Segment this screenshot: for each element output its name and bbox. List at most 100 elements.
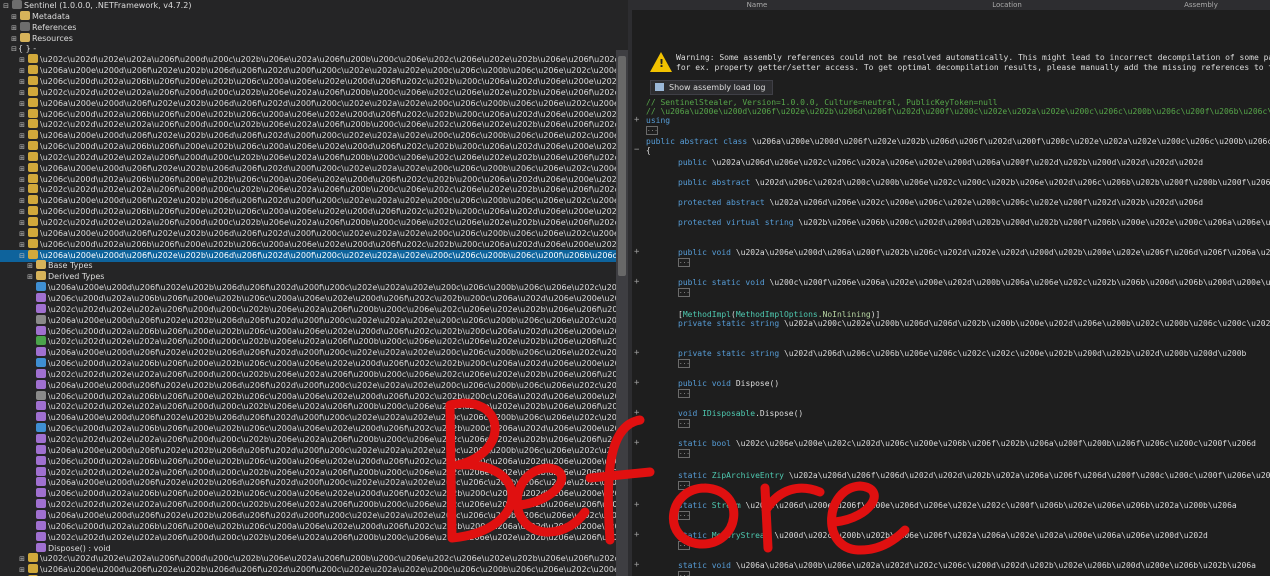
collapsed-block-icon[interactable]: ... — [678, 258, 690, 267]
tree-item-label: \u202c\u202d\u202e\u202a\u206f\u200d\u20… — [48, 337, 628, 347]
class-icon — [28, 130, 38, 140]
code-line[interactable]: public abstract \u202d\u206c\u202d\u200c… — [678, 178, 1270, 187]
expand-icon[interactable]: + — [634, 247, 639, 257]
tree-item-label: \u206a\u200e\u200d\u206f\u202e\u202b\u20… — [40, 565, 628, 575]
class-icon — [28, 206, 38, 216]
tree-scrollbar-thumb[interactable] — [618, 56, 626, 276]
collapsed-block[interactable]: ... — [678, 288, 690, 297]
method-icon — [36, 444, 46, 454]
collapsed-block[interactable]: ... — [646, 126, 658, 135]
class-icon — [28, 184, 38, 194]
tree-item-label: \u206a\u200e\u200d\u206f\u202e\u202b\u20… — [48, 315, 628, 325]
log-icon — [655, 83, 664, 91]
method-icon — [36, 466, 46, 476]
collapsed-block[interactable]: ... — [678, 258, 690, 267]
collapsed-block-icon[interactable]: ... — [646, 126, 658, 135]
code-line[interactable]: public abstract class \u206a\u200e\u200d… — [646, 137, 1270, 146]
collapsed-block[interactable]: ... — [678, 541, 690, 550]
code-line[interactable]: protected virtual string \u202b\u206e\u2… — [678, 218, 1270, 227]
code-line[interactable]: // \u206a\u200e\u200d\u206f\u202e\u202b\… — [646, 107, 1270, 116]
code-token: // SentinelStealer, Version=1.0.0.0, Cul… — [646, 98, 998, 107]
collapsed-block[interactable]: ... — [678, 389, 690, 398]
tree-item-label: \u202c\u202d\u202e\u202a\u206f\u200d\u20… — [48, 435, 628, 444]
expand-icon[interactable]: + — [634, 277, 639, 287]
expand-icon[interactable]: + — [634, 470, 639, 480]
collapsed-block-icon[interactable]: ... — [678, 419, 690, 428]
code-token: \u202c\u206e\u200e\u202c\u202d\u206c\u20… — [735, 439, 1256, 448]
warning-exclamation: ! — [659, 57, 665, 70]
expand-icon[interactable]: + — [634, 408, 639, 418]
collapsed-block[interactable]: ... — [678, 449, 690, 458]
code-line[interactable]: public void \u202a\u206e\u200d\u206a\u20… — [678, 248, 1270, 257]
class-icon — [28, 65, 38, 75]
code-token: public abstract class — [646, 137, 748, 146]
tree-item-label: Derived Types — [48, 272, 105, 282]
collapsed-block[interactable]: ... — [678, 419, 690, 428]
tree-item-label: \u202c\u202d\u202e\u202a\u206f\u200d\u20… — [40, 120, 628, 130]
code-token: )] — [870, 310, 881, 319]
code-line[interactable]: private static string \u202a\u200c\u202e… — [678, 319, 1270, 328]
class-icon — [28, 238, 38, 248]
show-load-log-button[interactable]: Show assembly load log — [650, 80, 773, 95]
collapsed-block-icon[interactable]: ... — [678, 449, 690, 458]
code-line[interactable]: public void Dispose() — [678, 379, 779, 388]
collapsed-block[interactable]: ... — [678, 571, 690, 576]
collapse-icon[interactable]: − — [634, 145, 639, 155]
code-token: \u202d\u206c\u202d\u200c\u200b\u206e\u20… — [755, 178, 1270, 187]
tree-item-label: \u202c\u202d\u202e\u202a\u206f\u200d\u20… — [40, 87, 628, 97]
code-line[interactable]: protected abstract \u202a\u206d\u206e\u2… — [678, 198, 1203, 207]
code-line[interactable]: static MemoryStream \u200d\u202c\u200b\u… — [678, 531, 1208, 540]
collapsed-block[interactable]: ... — [678, 359, 690, 368]
code-line[interactable]: public static void \u200c\u200f\u206e\u2… — [678, 278, 1270, 287]
code-token: Dispose() — [735, 379, 780, 388]
expand-icon[interactable]: + — [634, 348, 639, 358]
code-line[interactable]: public \u202a\u206d\u206e\u202c\u206c\u2… — [678, 158, 1203, 167]
location-column-header[interactable]: Location — [882, 0, 1132, 10]
tree-item-label: Sentinel (1.0.0.0, .NETFramework, v4.7.2… — [24, 1, 192, 10]
collapsed-block[interactable]: ... — [678, 511, 690, 520]
tree-item-label: \u206c\u200d\u202a\u206b\u206f\u200e\u20… — [40, 76, 628, 86]
collapsed-block-icon[interactable]: ... — [678, 481, 690, 490]
method-icon — [36, 499, 46, 509]
method-icon — [36, 379, 46, 389]
collapsed-block-icon[interactable]: ... — [678, 571, 690, 576]
class-icon — [28, 141, 38, 151]
class-icon — [28, 564, 38, 574]
code-line[interactable]: static Stream \u200c\u206d\u200e\u206f\u… — [678, 501, 1237, 510]
collapsed-block-icon[interactable]: ... — [678, 288, 690, 297]
method-icon — [36, 531, 46, 541]
class-icon — [28, 553, 38, 563]
name-column-header[interactable]: Name — [632, 0, 882, 10]
code-line[interactable]: static void \u206a\u206a\u200b\u206e\u20… — [678, 561, 1256, 570]
expand-icon[interactable]: + — [634, 500, 639, 510]
tree-scrollbar[interactable] — [616, 50, 628, 576]
expand-icon[interactable]: + — [634, 378, 639, 388]
tree-item-label: \u206a\u200e\u200d\u206f\u202e\u202b\u20… — [40, 66, 628, 76]
expand-icon[interactable]: + — [634, 530, 639, 540]
collapsed-block-icon[interactable]: ... — [678, 359, 690, 368]
collapsed-block-icon[interactable]: ... — [678, 541, 690, 550]
collapsed-block-icon[interactable]: ... — [678, 389, 690, 398]
code-line[interactable]: static ZipArchiveEntry \u202a\u206d\u206… — [678, 471, 1270, 480]
field-icon — [36, 282, 46, 292]
code-token: static bool — [678, 439, 731, 448]
tree-item-label: \u206a\u200e\u200d\u206f\u202e\u202b\u20… — [48, 510, 628, 520]
collapsed-block[interactable]: ... — [678, 481, 690, 490]
expand-icon[interactable]: + — [634, 560, 639, 570]
expand-icon[interactable]: + — [634, 115, 639, 125]
expand-icon[interactable]: + — [634, 438, 639, 448]
code-line[interactable]: static bool \u202c\u206e\u200e\u202c\u20… — [678, 439, 1256, 448]
code-token: public void — [678, 379, 731, 388]
warning-line-2: for ex. property getter/setter access. T… — [676, 63, 1270, 72]
code-line[interactable]: private static string \u202d\u206d\u206c… — [678, 349, 1246, 358]
code-line[interactable]: { — [646, 146, 651, 155]
code-line[interactable]: using — [646, 116, 670, 125]
collapsed-block-icon[interactable]: ... — [678, 511, 690, 520]
code-line[interactable]: // SentinelStealer, Version=1.0.0.0, Cul… — [646, 98, 998, 107]
field-icon — [36, 423, 46, 433]
code-line[interactable]: void IDisposable.Dispose() — [678, 409, 803, 418]
tree-item-label: \u202c\u202d\u202e\u202a\u206f\u200d\u20… — [48, 402, 628, 412]
method-icon — [36, 303, 46, 313]
code-line[interactable]: [MethodImpl(MethodImplOptions.NoInlining… — [678, 310, 880, 319]
assembly-column-header[interactable]: Assembly — [1132, 0, 1270, 10]
